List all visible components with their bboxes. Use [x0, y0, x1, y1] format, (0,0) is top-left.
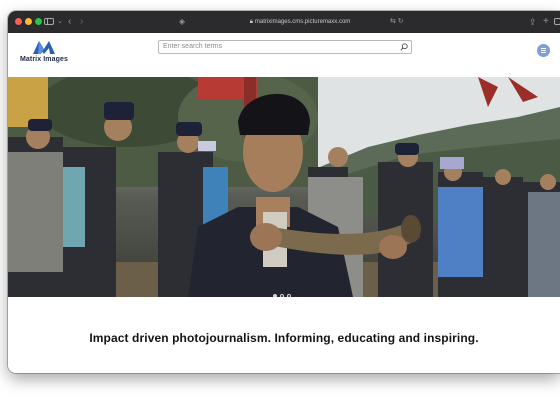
- tagline-section: Impact driven photojournalism. Informing…: [8, 297, 560, 373]
- logo-mark-icon: [33, 41, 55, 54]
- minimize-window-button[interactable]: [25, 18, 32, 25]
- lock-icon: 🔒︎: [249, 19, 253, 25]
- tabs-icon[interactable]: [554, 18, 560, 25]
- search-input[interactable]: Enter search terms: [158, 40, 412, 54]
- hamburger-icon[interactable]: [537, 44, 550, 57]
- browser-window: ⌄ ‹ › ◈ 🔒︎ matriximages.cms.picturemaxx.c…: [8, 11, 560, 373]
- back-icon[interactable]: ‹: [68, 15, 71, 29]
- hero-photo: [8, 77, 560, 297]
- translate-icon[interactable]: ⇆ ↻: [390, 15, 404, 29]
- forward-icon[interactable]: ›: [80, 15, 83, 29]
- sidebar-icon[interactable]: [44, 18, 54, 25]
- search-placeholder: Enter search terms: [163, 43, 223, 50]
- url-text: matriximages.cms.picturemaxx.com: [254, 19, 351, 25]
- address-bar[interactable]: 🔒︎ matriximages.cms.picturemaxx.com: [190, 15, 410, 29]
- search-icon[interactable]: [400, 43, 408, 51]
- shield-icon[interactable]: ◈: [178, 15, 186, 29]
- site-header: Matrix Images Enter search terms: [8, 33, 560, 77]
- maximize-window-button[interactable]: [35, 18, 42, 25]
- chevron-down-icon[interactable]: ⌄: [57, 15, 63, 29]
- close-window-button[interactable]: [15, 18, 22, 25]
- slide-indicators: [273, 285, 294, 297]
- logo[interactable]: Matrix Images: [18, 41, 70, 63]
- share-icon[interactable]: ⇪: [529, 15, 537, 29]
- hero-slideshow[interactable]: [8, 77, 560, 297]
- tagline: Impact driven photojournalism. Informing…: [89, 331, 479, 345]
- logo-text: Matrix Images: [20, 56, 68, 63]
- plus-icon[interactable]: +: [543, 15, 549, 29]
- browser-toolbar: ⌄ ‹ › ◈ 🔒︎ matriximages.cms.picturemaxx.c…: [8, 11, 560, 34]
